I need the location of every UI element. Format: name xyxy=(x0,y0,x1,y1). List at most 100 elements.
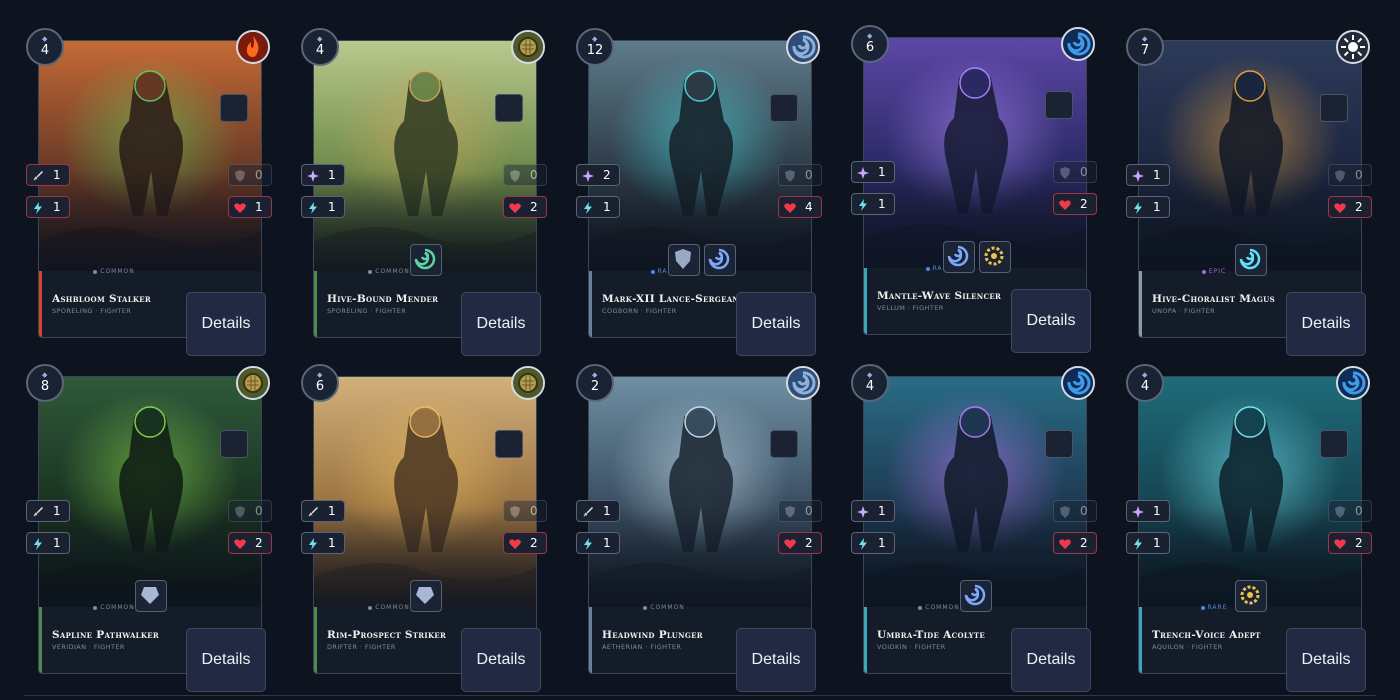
rarity-text: Common xyxy=(100,268,135,275)
armor-stat-value: 0 xyxy=(255,504,263,518)
card-subtitle: Unopa · Fighter xyxy=(1152,307,1215,315)
attack-stat-value: 1 xyxy=(328,504,336,518)
armor-stat-value: 0 xyxy=(805,168,813,182)
select-card-checkbox[interactable] xyxy=(495,94,523,122)
speed-stat-value: 1 xyxy=(328,200,336,214)
element-accent-bar xyxy=(1139,271,1142,337)
health-stat: 2 xyxy=(503,196,547,218)
rarity-text: Common xyxy=(375,268,410,275)
armor-stat: 0 xyxy=(1053,161,1097,183)
rarity-dot xyxy=(650,269,655,274)
bolt-icon xyxy=(1131,536,1145,550)
light-element-icon xyxy=(1336,30,1370,64)
select-card-checkbox[interactable] xyxy=(1320,430,1348,458)
attack-stat: 1 xyxy=(576,500,620,522)
details-button[interactable]: Details xyxy=(1286,292,1366,356)
sword-icon xyxy=(31,168,45,182)
rarity-label: Common xyxy=(39,268,189,275)
card-race: Veridian xyxy=(52,643,87,651)
details-button[interactable]: Details xyxy=(186,292,266,356)
rarity-dot xyxy=(368,605,373,610)
armor-stat: 0 xyxy=(778,164,822,186)
attack-stat: 1 xyxy=(1126,500,1170,522)
health-stat-value: 2 xyxy=(1080,197,1088,211)
attack-stat-value: 1 xyxy=(53,168,61,182)
details-button[interactable]: Details xyxy=(186,628,266,692)
card-class: Fighter xyxy=(914,643,946,651)
select-card-checkbox[interactable] xyxy=(1320,94,1348,122)
details-button[interactable]: Details xyxy=(1011,628,1091,692)
speed-stat: 1 xyxy=(301,532,345,554)
shard-ability-icon xyxy=(704,244,736,276)
armor-stat: 0 xyxy=(1328,500,1372,522)
card-name: Headwind Plunger xyxy=(602,629,703,641)
sparkle-icon xyxy=(1131,504,1145,518)
ability-icons xyxy=(410,244,442,276)
spiral-ability-icon xyxy=(410,244,442,276)
subtitle-separator: · xyxy=(86,643,94,651)
water-element-icon xyxy=(1061,366,1095,400)
heart-icon xyxy=(1058,536,1072,550)
card-name: Ashbloom Stalker xyxy=(52,293,152,305)
rarity-text: Common xyxy=(375,604,410,611)
speed-stat: 1 xyxy=(1126,532,1170,554)
mana-cost-badge: ◆ 6 xyxy=(851,25,889,63)
shield-icon xyxy=(783,504,797,518)
card-class: Fighter xyxy=(1191,643,1223,651)
bolt-icon xyxy=(1131,200,1145,214)
armor-stat-value: 0 xyxy=(805,504,813,518)
details-button[interactable]: Details xyxy=(1011,289,1091,353)
select-card-checkbox[interactable] xyxy=(1045,91,1073,119)
select-card-checkbox[interactable] xyxy=(1045,430,1073,458)
armor-stat-value: 0 xyxy=(1355,168,1363,182)
details-button[interactable]: Details xyxy=(736,628,816,692)
rarity-dot xyxy=(918,605,923,610)
select-card-checkbox[interactable] xyxy=(495,430,523,458)
card-subtitle: Drifter · Fighter xyxy=(327,643,396,651)
bolt-icon xyxy=(581,200,595,214)
mana-cost-badge: ◆ 4 xyxy=(1126,364,1164,402)
health-stat-value: 2 xyxy=(1080,536,1088,550)
sword-icon xyxy=(306,504,320,518)
armor-stat: 0 xyxy=(503,500,547,522)
select-card-checkbox[interactable] xyxy=(220,430,248,458)
water-element-icon xyxy=(1336,366,1370,400)
armor-stat-value: 0 xyxy=(1080,504,1088,518)
rarity-text: Common xyxy=(650,604,685,611)
card-collection-grid: Common Ashbloom Stalker Sporeling · Fighte… xyxy=(0,0,1400,700)
fighter-card: Common Umbra-Tide Acolyte Voidkin · Fighte… xyxy=(851,364,1101,692)
shield-icon xyxy=(1058,504,1072,518)
air-element-icon xyxy=(786,30,820,64)
health-stat-value: 2 xyxy=(1355,536,1363,550)
select-card-checkbox[interactable] xyxy=(770,94,798,122)
element-accent-bar xyxy=(589,271,592,337)
ability-icons xyxy=(960,580,992,612)
card-name: Sapline Pathwalker xyxy=(52,629,160,641)
details-button[interactable]: Details xyxy=(461,628,541,692)
select-card-checkbox[interactable] xyxy=(220,94,248,122)
gem-icon: ◆ xyxy=(592,371,598,379)
card-race: Cogborn xyxy=(602,307,639,315)
details-button[interactable]: Details xyxy=(1286,628,1366,692)
card-subtitle: Voidkin · Fighter xyxy=(877,643,946,651)
fighter-card: Common Hive-Bound Mender Sporeling · Fight… xyxy=(301,28,551,356)
mana-cost-value: 6 xyxy=(315,379,325,394)
speed-stat-value: 1 xyxy=(603,200,611,214)
speed-stat-value: 1 xyxy=(603,536,611,550)
details-button[interactable]: Details xyxy=(736,292,816,356)
select-card-checkbox[interactable] xyxy=(770,430,798,458)
bolt-icon xyxy=(31,200,45,214)
armor-stat: 0 xyxy=(1053,500,1097,522)
fighter-card: Rare Trench-Voice Adept Aquilon · Fighter ◆… xyxy=(1126,364,1376,692)
shield-icon xyxy=(508,504,522,518)
fighter-card: Epic Hive-Choralist Magus Unopa · Fighter ◆… xyxy=(1126,28,1376,356)
rarity-text: Epic xyxy=(1208,268,1227,275)
heart-icon xyxy=(233,200,247,214)
health-stat-value: 2 xyxy=(805,536,813,550)
attack-stat-value: 1 xyxy=(1153,504,1161,518)
element-accent-bar xyxy=(314,607,317,673)
armor-stat-value: 0 xyxy=(530,168,538,182)
details-button[interactable]: Details xyxy=(461,292,541,356)
speed-stat-value: 1 xyxy=(878,536,886,550)
ability-icons xyxy=(668,244,736,276)
